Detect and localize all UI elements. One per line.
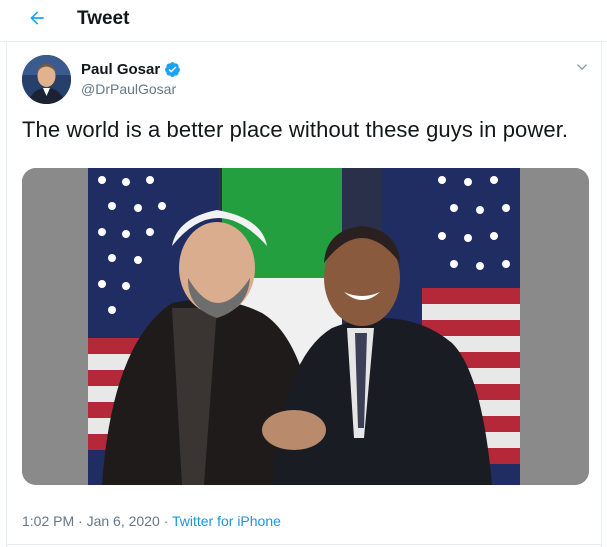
chevron-down-icon[interactable] (574, 59, 590, 75)
avatar-image (22, 55, 71, 104)
avatar[interactable] (22, 55, 71, 104)
back-button[interactable] (22, 5, 52, 31)
verified-badge-icon (165, 62, 181, 77)
source-link[interactable]: Twitter for iPhone (172, 513, 281, 529)
arrow-left-icon (30, 11, 44, 25)
author-name[interactable]: Paul Gosar (81, 61, 160, 78)
author-handle[interactable]: @DrPaulGosar (81, 81, 176, 97)
tweet-photo[interactable] (22, 168, 589, 485)
top-bar: Tweet (0, 0, 607, 42)
divider (6, 544, 602, 545)
photo-image (22, 168, 589, 485)
tweet-text: The world is a better place without thes… (22, 117, 569, 142)
tweet-meta: 1:02 PM · Jan 6, 2020 · Twitter for iPho… (22, 513, 281, 529)
divider (6, 42, 7, 547)
tweet-card: Paul Gosar @DrPaulGosar The world is a b… (0, 42, 607, 547)
timestamp[interactable]: 1:02 PM · Jan 6, 2020 (22, 513, 160, 529)
meta-separator: · (159, 513, 172, 529)
divider (601, 42, 602, 547)
page-title: Tweet (77, 8, 130, 29)
